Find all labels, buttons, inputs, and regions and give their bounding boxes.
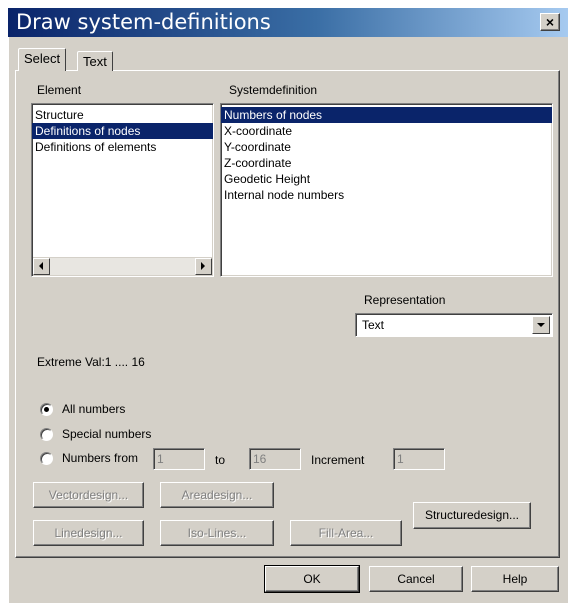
scroll-left-button[interactable] [33, 258, 50, 275]
from-input[interactable]: 1 [153, 448, 205, 470]
list-item[interactable]: Definitions of elements [32, 139, 213, 155]
tab-select[interactable]: Select [18, 48, 67, 71]
arrow-left-icon [39, 262, 43, 270]
list-item[interactable]: Z-coordinate [221, 155, 552, 171]
radio-numbers-from-label[interactable]: Numbers from [62, 451, 138, 465]
systemdefinition-listbox[interactable]: Numbers of nodes X-coordinate Y-coordina… [220, 103, 553, 277]
representation-select[interactable]: Text [355, 313, 553, 337]
systemdefinition-label: Systemdefinition [229, 83, 318, 97]
help-button[interactable]: Help [471, 566, 559, 592]
linedesign-button[interactable]: Linedesign... [33, 520, 144, 546]
radio-dot [44, 407, 49, 412]
list-item[interactable]: X-coordinate [221, 123, 552, 139]
scroll-right-button[interactable] [195, 258, 212, 275]
element-listbox[interactable]: Structure Definitions of nodes Definitio… [31, 103, 214, 277]
representation-value: Text [362, 318, 385, 332]
areadesign-button[interactable]: Areadesign... [160, 482, 274, 508]
isolines-button[interactable]: Iso-Lines... [160, 520, 274, 546]
increment-input[interactable]: 1 [393, 448, 445, 470]
to-label: to [215, 453, 226, 467]
list-item[interactable]: Y-coordinate [221, 139, 552, 155]
list-item[interactable]: Structure [32, 107, 213, 123]
extreme-values-text: Extreme Val:1 .... 16 [37, 355, 145, 369]
element-hscrollbar[interactable] [33, 257, 212, 275]
ok-button[interactable]: OK [264, 565, 360, 593]
list-item-selected[interactable]: Definitions of nodes [32, 123, 213, 139]
radio-special-numbers[interactable] [40, 428, 53, 441]
to-input[interactable]: 16 [249, 448, 301, 470]
dropdown-button[interactable] [532, 316, 550, 334]
representation-label: Representation [364, 293, 446, 307]
list-item[interactable]: Geodetic Height [221, 171, 552, 187]
radio-all-numbers-label[interactable]: All numbers [62, 402, 125, 416]
increment-label: Increment [311, 453, 365, 467]
fillarea-button[interactable]: Fill-Area... [290, 520, 402, 546]
list-item[interactable]: Internal node numbers [221, 187, 552, 203]
window-title: Draw system-definitions [16, 10, 271, 34]
radio-special-numbers-label[interactable]: Special numbers [62, 427, 151, 441]
element-label: Element [37, 83, 82, 97]
radio-all-numbers[interactable] [40, 403, 53, 416]
chevron-down-icon [537, 323, 545, 327]
tab-text[interactable]: Text [77, 51, 113, 71]
arrow-right-icon [201, 262, 205, 270]
vectordesign-button[interactable]: Vectordesign... [33, 482, 144, 508]
structuredesign-button[interactable]: Structuredesign... [413, 502, 531, 529]
cancel-button[interactable]: Cancel [369, 566, 463, 592]
radio-numbers-from[interactable] [40, 452, 53, 465]
list-item-selected[interactable]: Numbers of nodes [221, 107, 552, 123]
close-button[interactable]: × [540, 13, 560, 31]
